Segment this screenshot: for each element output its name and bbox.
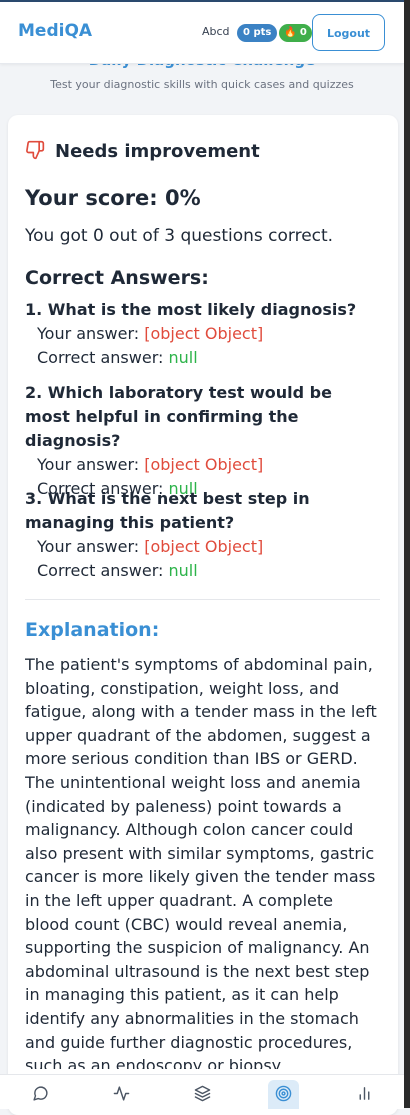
explanation-text: The patient's symptoms of abdominal pain… bbox=[25, 655, 377, 1069]
nav-item-layers[interactable] bbox=[162, 1075, 243, 1109]
correct-answer-row: Correct answer: null bbox=[25, 559, 380, 583]
your-answer-value: [object Object] bbox=[144, 455, 264, 474]
target-icon bbox=[275, 1085, 292, 1102]
explanation-heading: Explanation: bbox=[25, 619, 160, 641]
your-answer-row: Your answer: [object Object] bbox=[25, 453, 380, 477]
bottom-nav bbox=[0, 1074, 404, 1109]
your-answer-row: Your answer: [object Object] bbox=[25, 322, 380, 346]
question-text: 3. What is the next best step in managin… bbox=[25, 489, 310, 532]
correct-answer-label: Correct answer: bbox=[37, 348, 164, 367]
your-answer-label: Your answer: bbox=[37, 455, 140, 474]
correct-answers-heading: Correct Answers: bbox=[25, 267, 209, 289]
answer-item: 1. What is the most likely diagnosis? Yo… bbox=[25, 298, 380, 370]
your-answer-row: Your answer: [object Object] bbox=[25, 535, 380, 559]
app-logo[interactable]: MediQA bbox=[18, 21, 92, 41]
score-heading: Your score: 0% bbox=[25, 186, 201, 210]
question-text: 1. What is the most likely diagnosis? bbox=[25, 300, 357, 319]
correct-answer-label: Correct answer: bbox=[37, 561, 164, 580]
logout-button[interactable]: Logout bbox=[312, 14, 385, 51]
chat-icon bbox=[33, 1086, 48, 1101]
page-subtitle: Test your diagnostic skills with quick c… bbox=[50, 78, 354, 91]
username-label: Abcd bbox=[202, 25, 230, 38]
points-badge: 0 pts bbox=[237, 24, 278, 42]
thumbs-down-icon bbox=[26, 140, 45, 160]
answer-item: 2. Which laboratory test would be most h… bbox=[25, 381, 380, 501]
correct-answer-value: null bbox=[168, 348, 198, 367]
section-divider bbox=[25, 599, 380, 600]
your-answer-label: Your answer: bbox=[37, 537, 140, 556]
status-label: Needs improvement bbox=[55, 141, 260, 162]
correct-answer-value: null bbox=[168, 561, 198, 580]
window-edge bbox=[404, 0, 410, 1108]
layers-icon bbox=[194, 1085, 211, 1102]
correct-answer-row: Correct answer: null bbox=[25, 346, 380, 370]
nav-item-target[interactable] bbox=[243, 1075, 324, 1109]
streak-badge: 🔥 0 bbox=[279, 24, 312, 42]
app-header: MediQA Abcd 0 pts 🔥 0 Logout bbox=[0, 2, 404, 64]
your-answer-label: Your answer: bbox=[37, 324, 140, 343]
your-answer-value: [object Object] bbox=[144, 537, 264, 556]
your-answer-value: [object Object] bbox=[144, 324, 264, 343]
question-text: 2. Which laboratory test would be most h… bbox=[25, 383, 332, 450]
nav-item-stats[interactable] bbox=[324, 1075, 405, 1109]
activity-icon bbox=[113, 1086, 130, 1101]
score-summary: You got 0 out of 3 questions correct. bbox=[25, 226, 334, 246]
nav-item-chat[interactable] bbox=[0, 1075, 81, 1109]
answer-item: 3. What is the next best step in managin… bbox=[25, 487, 380, 583]
bar-chart-icon bbox=[359, 1087, 370, 1100]
nav-item-activity[interactable] bbox=[81, 1075, 162, 1109]
